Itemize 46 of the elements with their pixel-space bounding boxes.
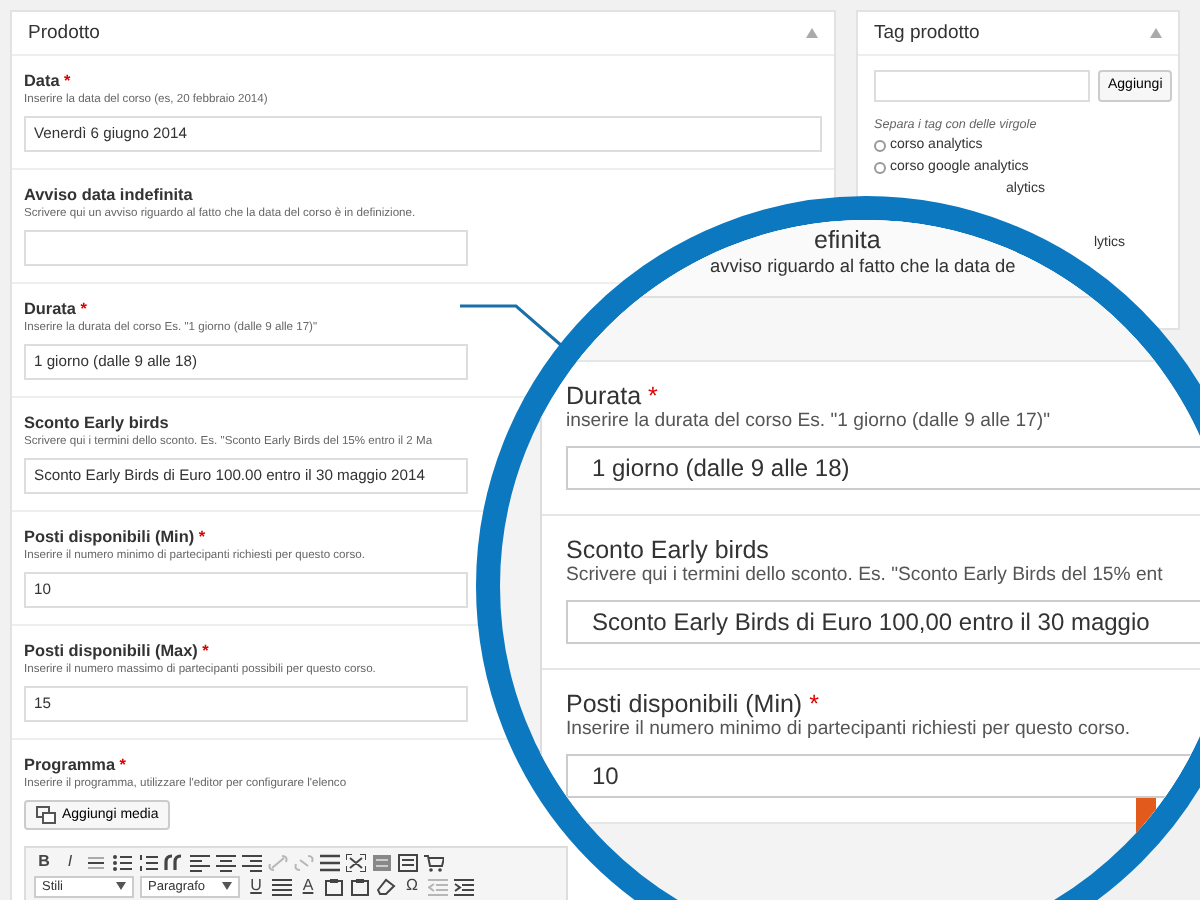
field-hint: Inserire il numero minimo di partecipanti richiesti per questo corso. [566, 718, 1131, 742]
text-field[interactable]: 1 giorno (dalle 9 alle 18) [566, 446, 1200, 490]
clipboard-icon[interactable] [324, 877, 344, 895]
indent-icon[interactable] [454, 877, 474, 895]
underline-button[interactable]: U [246, 876, 266, 896]
field-label: Posti disponibili (Min) * [24, 526, 206, 548]
field-label: Sconto Early birds [24, 412, 169, 434]
field-label: efinita [814, 226, 881, 254]
text-color-button[interactable]: A [298, 876, 318, 896]
media-icon [36, 806, 56, 824]
justify-icon[interactable] [272, 877, 292, 895]
horizontal-lines-icon[interactable] [320, 853, 340, 871]
text-field[interactable] [24, 230, 468, 266]
clipboard-icon[interactable] [350, 877, 370, 895]
field-hint: Scrivere qui i termini dello sconto. Es. "Sconto Early Birds del 15% ent [566, 564, 1163, 588]
special-character-button[interactable]: Ω [402, 876, 422, 896]
field-label: Avviso data indefinita [24, 184, 193, 206]
form-icon[interactable] [398, 853, 418, 871]
caret-icon [222, 882, 232, 890]
eraser-icon[interactable] [376, 877, 396, 895]
caret-icon [116, 882, 126, 890]
panel-title: Prodotto [28, 21, 100, 45]
field-label: Posti disponibili (Min) * [566, 690, 819, 718]
field-label: Data * [24, 70, 71, 92]
field-label: Programma * [24, 754, 126, 776]
field-hint: inserire la durata del corso Es. "1 giorno (dalle 9 alle 17)" [566, 410, 1050, 434]
align-right-icon[interactable] [242, 853, 262, 871]
field-label: Sconto Early birds [566, 536, 769, 564]
align-center-icon[interactable] [216, 853, 236, 871]
cart-icon[interactable] [424, 853, 444, 871]
bold-button[interactable]: B [34, 852, 54, 872]
text-field[interactable]: Sconto Early Birds di Euro 100,00 entro il 30 maggio [566, 600, 1200, 644]
field-hint: avviso riguardo al fatto che la data de [710, 254, 1016, 280]
italic-button[interactable]: I [60, 852, 80, 872]
field-label: Posti disponibili (Max) * [24, 640, 209, 662]
panel-title: Tag prodotto [874, 21, 980, 45]
tag-input-field[interactable] [874, 70, 1090, 102]
field-label: Durata * [24, 298, 87, 320]
quote-icon[interactable] [164, 853, 184, 871]
strikethrough-icon[interactable] [86, 853, 106, 871]
leader-line [460, 304, 563, 348]
align-left-icon[interactable] [190, 853, 210, 871]
bullet-list-icon[interactable] [112, 853, 132, 871]
fullscreen-icon[interactable] [346, 853, 366, 871]
numbered-list-icon[interactable] [138, 853, 158, 871]
field-label: Durata * [566, 382, 658, 410]
